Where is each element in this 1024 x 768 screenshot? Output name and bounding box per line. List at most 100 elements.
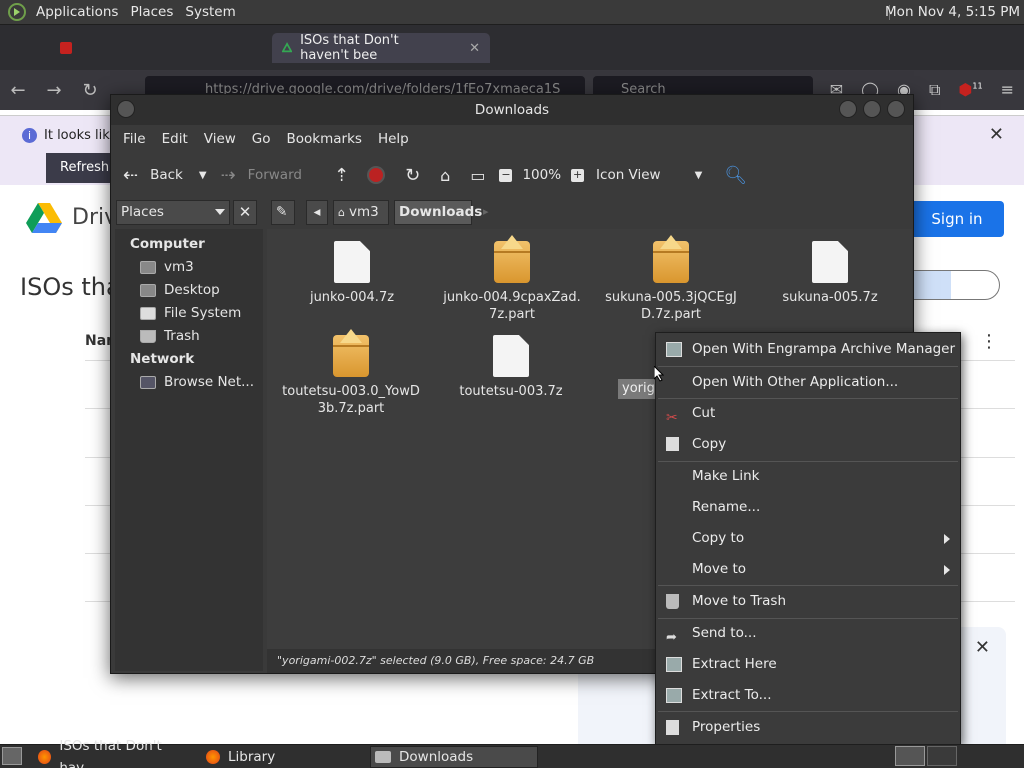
folder-icon (375, 751, 391, 763)
window-titlebar[interactable]: Downloads (111, 95, 913, 125)
menu-item-extract-here[interactable]: Extract Here (656, 649, 960, 680)
places-menu[interactable]: Places (124, 4, 179, 20)
sidebar-item-label: File System (164, 305, 242, 321)
minimize-icon[interactable] (839, 100, 857, 118)
close-tab-icon[interactable]: ✕ (469, 41, 480, 56)
edit-location-button[interactable]: ✎ (271, 200, 295, 225)
sidebar-item-desktop[interactable]: Desktop (115, 279, 263, 302)
view-toggle[interactable] (900, 270, 1000, 300)
file-item[interactable]: junko-004.9cpaxZad.7z.part (441, 241, 583, 323)
menu-item-move-to[interactable]: Move to (656, 554, 960, 585)
show-desktop-icon[interactable] (2, 747, 22, 765)
menu-item-open-with-engrampa[interactable]: Open With Engrampa Archive Manager (656, 334, 960, 365)
path-left-button[interactable]: ◂ (306, 200, 328, 225)
file-item[interactable]: toutetsu-003.7z (441, 335, 581, 400)
close-sidebar-button[interactable]: ✕ (233, 200, 257, 225)
taskbar-item-browser[interactable]: ISOs that Don't hav... (34, 738, 196, 768)
sign-in-button[interactable]: Sign in (910, 201, 1004, 237)
stop-icon[interactable] (367, 166, 386, 184)
chevron-right-icon[interactable]: ▸ (483, 205, 489, 218)
close-icon[interactable]: ✕ (975, 637, 990, 658)
view-mode-label: Icon View (596, 167, 661, 183)
workspace-2[interactable] (927, 746, 957, 766)
back-button[interactable]: ⇠ Back ▼ (123, 165, 207, 186)
menu-edit[interactable]: Edit (154, 131, 196, 147)
file-item[interactable]: toutetsu-003.0_YowD3b.7z.part (281, 335, 421, 417)
maximize-icon[interactable] (863, 100, 881, 118)
menu-view[interactable]: View (196, 131, 244, 147)
applications-menu[interactable]: Applications (30, 4, 124, 20)
view-mode-select[interactable]: Icon View ▼ (596, 167, 702, 183)
clock[interactable]: Mon Nov 4, 5:15 PM (885, 4, 1020, 20)
menu-item-copy[interactable]: Copy (656, 429, 960, 460)
reload-icon[interactable]: ↻ (405, 165, 420, 186)
more-options-icon[interactable]: ⋮ (980, 331, 998, 352)
close-window-icon[interactable] (887, 100, 905, 118)
sidebar-item-trash[interactable]: Trash (115, 325, 263, 348)
menu-item-label: Properties (692, 719, 761, 735)
system-menu[interactable]: System (179, 4, 241, 20)
file-item[interactable]: sukuna-005.7z (760, 241, 900, 306)
menu-item-copy-to[interactable]: Copy to (656, 523, 960, 554)
sidebar-item-browse-network[interactable]: Browse Net... (115, 371, 263, 394)
workspace-1[interactable] (895, 746, 925, 766)
sidebar-item-vm3[interactable]: vm3 (115, 256, 263, 279)
file-item[interactable]: junko-004.7z (282, 241, 422, 306)
tab-drive[interactable]: ISOs that Don't haven't bee ✕ (272, 33, 490, 63)
taskbar-item-label: Downloads (399, 749, 474, 765)
back-label: Back (150, 167, 183, 183)
home-folder-icon: ⌂ (338, 206, 345, 219)
menu-file[interactable]: File (115, 131, 154, 147)
menu-bookmarks[interactable]: Bookmarks (279, 131, 370, 147)
taskbar-item-downloads[interactable]: Downloads (370, 746, 538, 768)
menu-item-label: Make Link (692, 468, 760, 484)
menu-go[interactable]: Go (244, 131, 279, 147)
mate-logo-icon[interactable] (8, 3, 26, 21)
back-arrow-icon[interactable]: ← (0, 80, 36, 101)
sidebar-item-filesystem[interactable]: File System (115, 302, 263, 325)
menu-item-extract-to[interactable]: Extract To... (656, 680, 960, 711)
tab-gmail[interactable] (50, 33, 90, 63)
menu-item-rename[interactable]: Rename... (656, 492, 960, 523)
menu-item-make-link[interactable]: Make Link (656, 461, 960, 492)
hamburger-menu-icon[interactable]: ≡ (1001, 80, 1014, 100)
sidebar-type-label: Places (121, 204, 164, 220)
menu-item-properties[interactable]: Properties (656, 712, 960, 743)
sidebar-heading-computer: Computer (130, 236, 205, 252)
selected-file-label[interactable]: yoriga (618, 379, 658, 399)
home-folder-icon[interactable]: ⌂ (440, 166, 450, 185)
archive-package-icon (494, 241, 530, 283)
menu-item-open-with-other[interactable]: Open With Other Application... (656, 367, 960, 398)
menu-item-label: Move to Trash (692, 593, 787, 609)
file-item[interactable]: sukuna-005.3jQCEgJD.7z.part (601, 241, 741, 323)
file-name: junko-004.7z (309, 290, 395, 305)
up-arrow-icon[interactable]: ⇡ (334, 165, 349, 186)
breadcrumb-downloads[interactable]: Downloads (394, 200, 482, 225)
ublock-icon[interactable]: ⬢11 (958, 80, 982, 100)
breadcrumb-vm3[interactable]: ⌂ vm3 (333, 200, 389, 225)
computer-icon[interactable]: ▭ (470, 166, 485, 185)
menu-help[interactable]: Help (370, 131, 417, 147)
context-menu: Open With Engrampa Archive Manager Open … (655, 332, 961, 745)
search-icon[interactable]: 🔍︎ (724, 165, 747, 186)
sidebar-type-select[interactable]: Places (116, 200, 230, 225)
refresh-button[interactable]: Refresh (46, 153, 112, 183)
firefox-icon (206, 750, 220, 764)
menu-item-label: Move to (692, 561, 747, 577)
zoom-out-icon[interactable]: − (499, 168, 513, 182)
forward-arrow-icon[interactable]: → (36, 80, 72, 101)
forward-button[interactable]: ⇢ Forward (221, 165, 302, 186)
close-icon[interactable]: ✕ (989, 124, 1004, 145)
scissors-icon: ✂ (666, 410, 678, 426)
extensions-icon[interactable]: ⧉ (929, 80, 940, 100)
banner-text: It looks like (44, 128, 118, 143)
zoom-in-icon[interactable]: + (571, 168, 585, 182)
menu-item-move-to-trash[interactable]: Move to Trash (656, 586, 960, 617)
menu-item-cut[interactable]: ✂ Cut (656, 398, 960, 429)
back-arrow-icon: ⇠ (123, 164, 139, 186)
window-menu-icon[interactable] (117, 100, 135, 118)
reload-icon[interactable]: ↻ (72, 80, 108, 101)
taskbar-item-library[interactable]: Library (202, 746, 362, 768)
back-history-dropdown-icon[interactable]: ▼ (199, 170, 207, 181)
menu-item-send-to[interactable]: ➦ Send to... (656, 618, 960, 649)
